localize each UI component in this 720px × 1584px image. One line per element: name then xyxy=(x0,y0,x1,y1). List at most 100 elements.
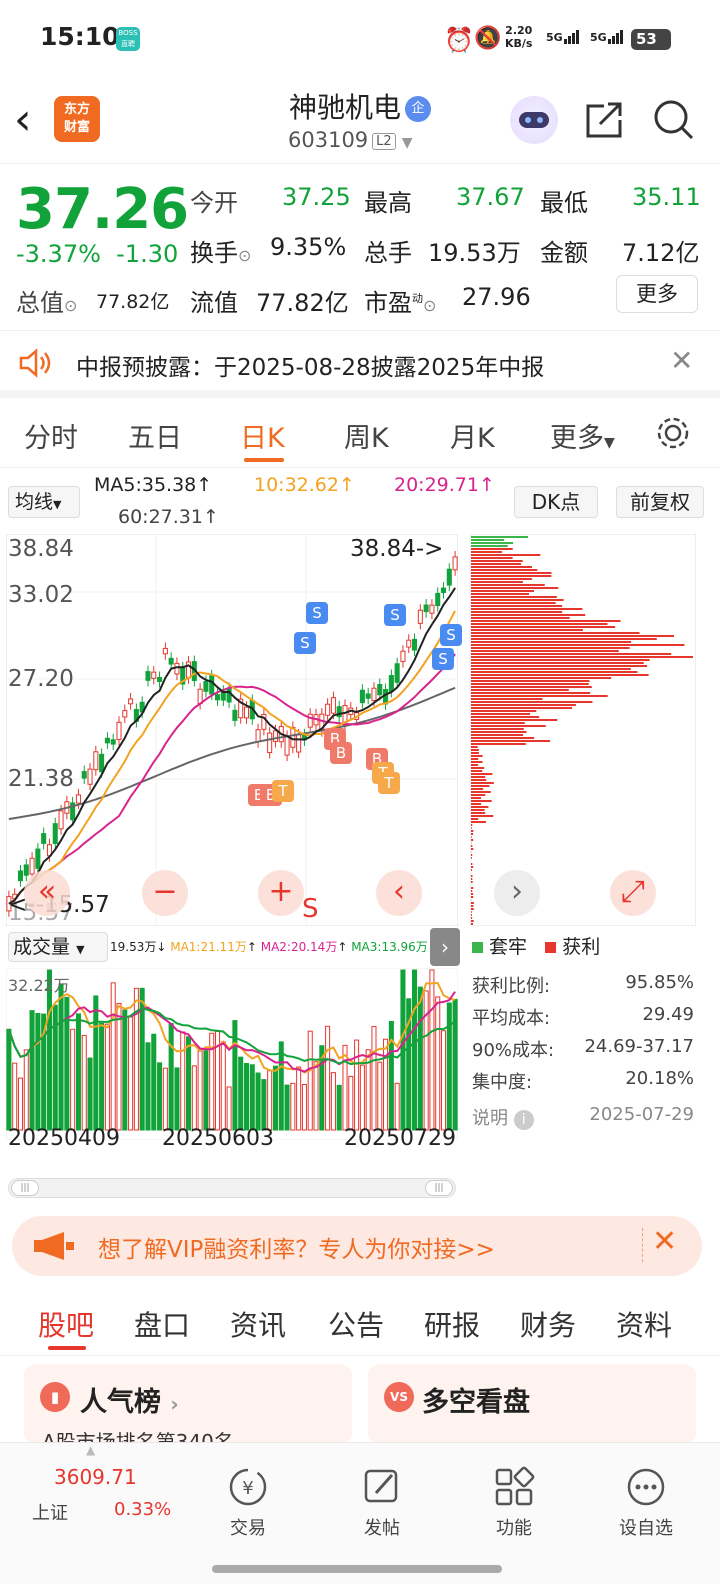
tab-daily-k[interactable]: 日K xyxy=(240,416,285,455)
scroll-left-button[interactable]: ‹ xyxy=(376,870,422,916)
chip-bar xyxy=(471,713,531,715)
scroll-right-button[interactable]: › xyxy=(494,870,540,916)
mute-icon: 🔕 xyxy=(474,26,502,51)
candle xyxy=(446,568,452,586)
candle xyxy=(412,638,418,651)
scroll-left-fast-button[interactable]: « xyxy=(24,870,70,916)
close-icon[interactable]: ✕ xyxy=(670,344,693,377)
share-icon[interactable] xyxy=(584,100,626,140)
nav-add-watchlist[interactable]: 设自选 xyxy=(606,1465,686,1540)
tab-more[interactable]: 更多▼ xyxy=(550,416,615,455)
volume-selector[interactable]: 成交量 ▼ xyxy=(8,932,108,962)
chip-bar xyxy=(471,752,479,754)
index-value[interactable]: 3609.71 xyxy=(54,1465,137,1489)
svg-text:¥: ¥ xyxy=(242,1478,253,1499)
candle xyxy=(87,768,93,785)
nav-trade[interactable]: ¥ 交易 xyxy=(208,1465,288,1540)
chip-bar xyxy=(471,650,619,652)
explain-link[interactable]: 说明 i xyxy=(472,1104,534,1130)
stock-header: ‹ 东方 财富 神驰机电企 603109 L2 ▼ xyxy=(0,78,720,164)
tab-weekly-k[interactable]: 周K xyxy=(344,416,389,455)
search-icon[interactable] xyxy=(652,98,696,142)
close-icon[interactable]: ✕ xyxy=(652,1224,677,1259)
zoom-in-button[interactable]: + xyxy=(258,870,304,916)
date-label-3: 20250729 xyxy=(344,1126,456,1151)
adjust-button[interactable]: 前复权 xyxy=(616,486,704,518)
current-price: 37.26 xyxy=(16,177,189,242)
volume-bar xyxy=(75,1013,81,1131)
chip-distribution-chart[interactable] xyxy=(470,534,696,926)
chip-bar xyxy=(471,677,612,679)
bull-bear-card[interactable]: VS 多空看盘 xyxy=(368,1364,696,1444)
sell-signal-marker[interactable]: S xyxy=(440,624,462,646)
settings-icon[interactable] xyxy=(654,414,692,452)
dk-point-button[interactable]: DK点 xyxy=(514,486,598,518)
more-button[interactable]: 更多 xyxy=(616,275,698,313)
sell-signal-marker[interactable]: S xyxy=(306,602,328,624)
index-name[interactable]: 上证 xyxy=(32,1499,68,1525)
ma-selector[interactable]: 均线▼ xyxy=(8,486,80,518)
chip-bar xyxy=(471,776,486,778)
volume-chart[interactable] xyxy=(6,968,458,1140)
vip-text: 想了解VIP融资利率？专人为你对接>> xyxy=(98,1237,495,1263)
ma10-label: 10:32.62↑ xyxy=(254,474,355,496)
tab-finance[interactable]: 财务 xyxy=(520,1304,576,1344)
assistant-robot-icon[interactable] xyxy=(510,96,558,144)
turnover-value: 9.35% xyxy=(270,233,347,261)
info-dots-icon: ⊙ xyxy=(64,296,78,315)
chip-bar xyxy=(471,638,657,640)
candle xyxy=(272,730,278,742)
tab-five-day[interactable]: 五日 xyxy=(128,416,182,455)
stock-code[interactable]: 603109 L2 ▼ xyxy=(288,128,412,152)
tab-active-indicator xyxy=(48,1346,86,1350)
chevron-up-icon[interactable]: ▲ xyxy=(86,1443,95,1457)
enterprise-badge: 企 xyxy=(405,96,431,122)
notice-text: 中报预披露：于2025-08-28披露2025年中报 xyxy=(76,355,545,381)
tab-intraday[interactable]: 分时 xyxy=(24,416,78,455)
tab-news[interactable]: 资讯 xyxy=(230,1304,286,1344)
popularity-card[interactable]: ▮ 人气榜 › A股市场排名第340名 xyxy=(24,1364,352,1454)
notice-bar[interactable]: 中报预披露：于2025-08-28披露2025年中报 ✕ xyxy=(0,332,720,398)
candle xyxy=(203,681,209,692)
info-dots-icon: ⊙ xyxy=(238,246,252,265)
chip-bar xyxy=(471,662,644,664)
candle xyxy=(35,848,41,869)
buy-signal-marker[interactable]: B xyxy=(330,742,352,764)
tab-research[interactable]: 研报 xyxy=(424,1304,480,1344)
index-change[interactable]: 0.33% xyxy=(114,1499,171,1520)
chip-bar xyxy=(471,554,541,556)
volume-bar xyxy=(388,1020,394,1131)
vip-banner[interactable]: 想了解VIP融资利率？专人为你对接>> ✕ xyxy=(12,1216,702,1276)
candle xyxy=(377,684,383,696)
chip-bar xyxy=(471,602,556,604)
sell-signal-marker[interactable]: S xyxy=(432,648,454,670)
zoom-out-button[interactable]: − xyxy=(142,870,188,916)
t-signal-marker[interactable]: T xyxy=(378,772,400,794)
tab-guba[interactable]: 股吧 xyxy=(38,1304,94,1344)
chip-bar xyxy=(471,593,529,595)
volume-bar xyxy=(58,983,64,1131)
range-scrollbar[interactable]: ||| ||| xyxy=(8,1178,456,1198)
chart-bar-icon: ▮ xyxy=(40,1382,70,1412)
volume-bar xyxy=(180,1031,186,1131)
sell-signal-marker[interactable]: S xyxy=(384,604,406,626)
tab-announcements[interactable]: 公告 xyxy=(328,1304,384,1344)
chip-bar xyxy=(471,551,502,553)
expand-panel-button[interactable]: › xyxy=(430,928,460,966)
fullscreen-icon[interactable]: ⤢ xyxy=(610,870,656,916)
tab-pankou[interactable]: 盘口 xyxy=(134,1304,190,1344)
chip-bar xyxy=(471,572,552,574)
chip-bar xyxy=(471,599,564,601)
low-label: 最低 xyxy=(540,189,588,217)
battery-icon: 53 xyxy=(631,29,671,50)
tab-profile[interactable]: 资料 xyxy=(616,1304,672,1344)
volume-bar xyxy=(104,1023,110,1131)
nav-post[interactable]: 发帖 xyxy=(342,1465,422,1540)
sell-signal-marker[interactable]: S xyxy=(294,632,316,654)
tab-monthly-k[interactable]: 月K xyxy=(450,416,495,455)
candle xyxy=(394,663,400,683)
nav-functions[interactable]: 功能 xyxy=(474,1465,554,1540)
t-signal-marker[interactable]: T xyxy=(272,780,294,802)
concentration-label: 集中度: xyxy=(472,1072,533,1093)
volume-bar xyxy=(446,1002,452,1131)
